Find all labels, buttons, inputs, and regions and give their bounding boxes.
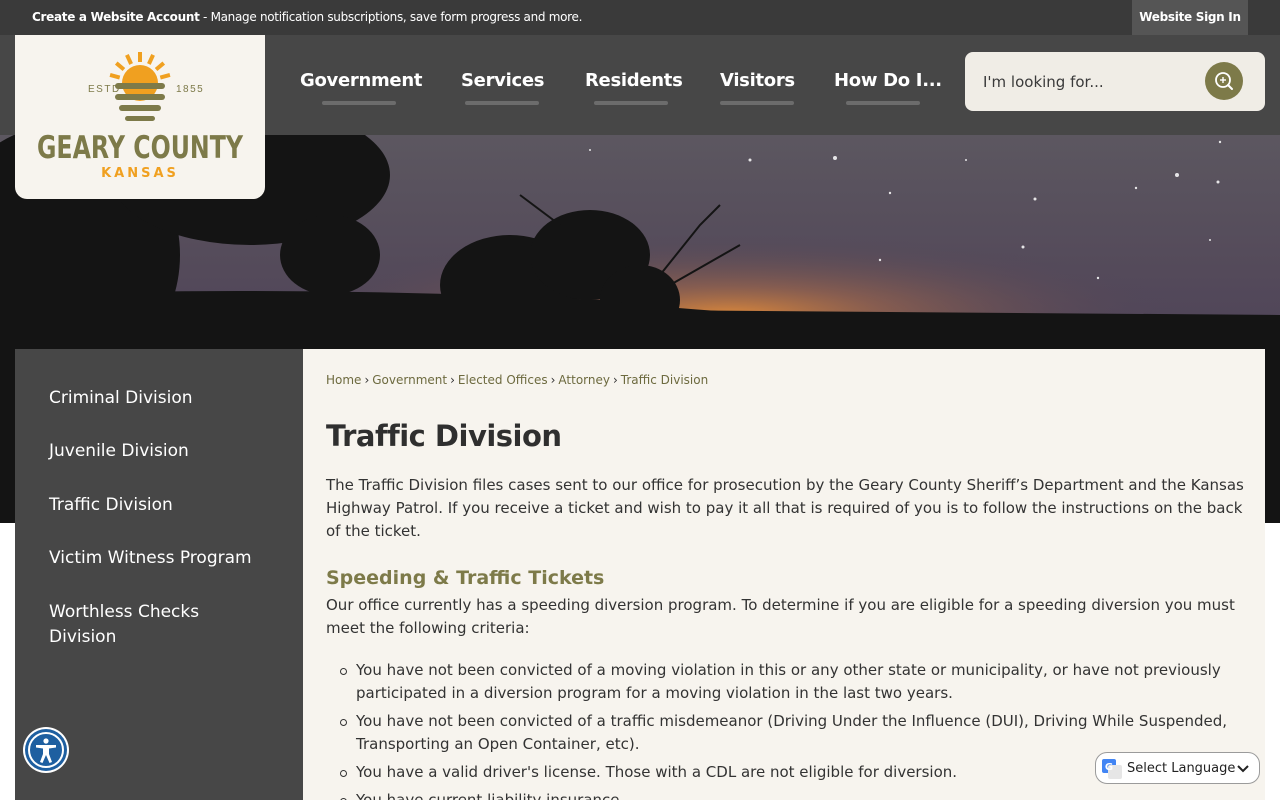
- search-button[interactable]: [1205, 62, 1243, 100]
- search-icon: [1215, 72, 1233, 90]
- sidebar-item-victim-witness-program[interactable]: Victim Witness Program: [49, 546, 279, 571]
- wave-lines: [115, 83, 165, 121]
- breadcrumb-home[interactable]: Home: [326, 373, 361, 387]
- breadcrumb-attorney[interactable]: Attorney: [558, 373, 610, 387]
- account-message: Create a Website Account - Manage notifi…: [32, 10, 582, 24]
- intro-paragraph: The Traffic Division files cases sent to…: [326, 476, 1244, 540]
- accessibility-button[interactable]: [23, 727, 69, 773]
- list-item: You have not been convicted of a traffic…: [326, 710, 1251, 756]
- logo-year: 1855: [176, 84, 204, 95]
- nav-underline: [465, 101, 539, 105]
- create-account-link[interactable]: Create a Website Account: [32, 10, 200, 24]
- breadcrumb-elected-offices[interactable]: Elected Offices: [458, 373, 548, 387]
- page-title: Traffic Division: [326, 419, 562, 453]
- language-selector[interactable]: G Select Language: [1095, 752, 1260, 784]
- logo-graphic: ESTD 1855 GEARY COUNTY KANSAS: [37, 52, 243, 181]
- logo-state: KANSAS: [101, 166, 179, 181]
- breadcrumb-separator: ›: [364, 373, 370, 387]
- main-content: Home › Government › Elected Offices › Attorney…: [303, 349, 1265, 800]
- breadcrumb-traffic-division[interactable]: Traffic Division: [621, 373, 708, 387]
- account-message-text: - Manage notification subscriptions, sav…: [199, 10, 583, 24]
- nav-label: How Do I...: [834, 70, 942, 91]
- nav-label: Government: [300, 70, 423, 91]
- breadcrumb-separator: ›: [450, 373, 455, 387]
- top-bar: Create a Website Account - Manage notifi…: [0, 0, 1280, 35]
- sign-in-button[interactable]: Website Sign In: [1132, 0, 1248, 35]
- nav-services[interactable]: Services: [461, 35, 545, 135]
- list-item: You have current liability insurance.: [326, 789, 1251, 800]
- accessibility-icon: [25, 729, 67, 771]
- list-item: You have not been convicted of a moving …: [326, 659, 1251, 705]
- breadcrumb: Home › Government › Elected Offices › Attorney…: [326, 373, 708, 387]
- language-selector-label: Select Language: [1127, 761, 1236, 776]
- svg-text:G: G: [1105, 762, 1113, 773]
- nav-underline: [846, 101, 920, 105]
- sidebar-item-worthless-checks-division[interactable]: Worthless Checks Division: [49, 600, 229, 650]
- sidebar-item-traffic-division[interactable]: Traffic Division: [49, 493, 279, 518]
- nav-underline: [594, 101, 668, 105]
- nav-government[interactable]: Government: [300, 35, 423, 135]
- section-heading: Speeding & Traffic Tickets: [326, 567, 605, 589]
- site-search: [965, 52, 1265, 111]
- breadcrumb-separator: ›: [612, 373, 618, 387]
- search-input[interactable]: [983, 70, 1203, 94]
- nav-underline: [322, 101, 396, 105]
- breadcrumb-government[interactable]: Government: [372, 373, 447, 387]
- nav-label: Residents: [585, 70, 683, 91]
- breadcrumb-separator: ›: [550, 373, 556, 387]
- nav-label: Visitors: [720, 70, 795, 91]
- sidebar-item-juvenile-division[interactable]: Juvenile Division: [49, 439, 279, 464]
- logo-estd: ESTD: [88, 84, 121, 95]
- nav-how-do-i[interactable]: How Do I...: [834, 35, 942, 135]
- nav-residents[interactable]: Residents: [585, 35, 683, 135]
- nav-underline: [719, 101, 794, 105]
- logo-name: GEARY COUNTY: [37, 130, 243, 166]
- nav-visitors[interactable]: Visitors: [719, 35, 795, 135]
- county-logo[interactable]: ESTD 1855 GEARY COUNTY KANSAS: [15, 35, 265, 199]
- sidebar-item-criminal-division[interactable]: Criminal Division: [49, 386, 279, 411]
- google-translate-icon: G: [1102, 759, 1122, 779]
- criteria-intro: Our office currently has a speeding dive…: [326, 596, 1235, 637]
- chevron-down-icon: [1237, 765, 1249, 773]
- nav-label: Services: [461, 70, 545, 91]
